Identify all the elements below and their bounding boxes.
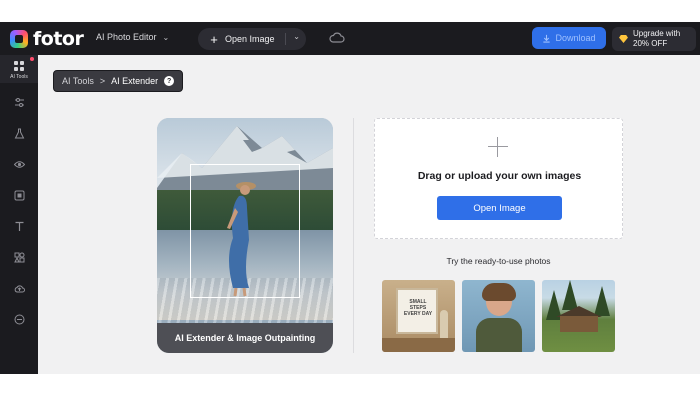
upload-title: Drag or upload your own images	[417, 170, 582, 182]
flask-icon	[14, 128, 24, 139]
fotor-logo[interactable]: fotor	[10, 28, 84, 50]
grid-icon	[13, 61, 24, 71]
sample-photo-cabin[interactable]	[542, 280, 615, 352]
frame-icon	[14, 190, 24, 201]
cabin	[560, 316, 598, 332]
open-image-top-label: Open Image	[225, 34, 275, 44]
button-divider	[285, 33, 286, 45]
sample-photo-portrait[interactable]	[462, 280, 535, 352]
breadcrumb-ai-tools[interactable]: AI Tools	[62, 76, 94, 86]
sidebar-item-beauty[interactable]	[0, 128, 38, 139]
sidebar-item-effects[interactable]	[0, 159, 38, 170]
eye-icon	[13, 161, 25, 168]
section-divider	[353, 118, 354, 353]
open-image-button[interactable]: Open Image	[437, 196, 562, 220]
chevron-down-icon[interactable]: ⌄	[293, 32, 300, 41]
chevron-down-icon: ⌄	[162, 32, 170, 42]
upgrade-line2: 20% OFF	[633, 39, 668, 48]
upgrade-line1: Upgrade with	[633, 29, 681, 38]
diamond-icon	[619, 35, 628, 43]
shapes-icon	[13, 252, 24, 263]
plus-icon: +	[210, 31, 218, 47]
desk	[382, 338, 455, 352]
help-icon[interactable]: ?	[164, 76, 175, 86]
plus-icon	[488, 137, 508, 157]
open-image-top-button[interactable]: + Open Image ⌄	[198, 28, 306, 50]
sidebar-item-ai-tools[interactable]: AI Tools	[0, 55, 38, 83]
more-icon	[14, 314, 24, 325]
preview-caption: AI Extender & Image Outpainting	[157, 323, 333, 353]
sidebar-item-elements[interactable]	[0, 252, 38, 263]
left-sidebar: AI Tools	[0, 55, 38, 374]
cloud-icon[interactable]	[329, 31, 345, 45]
download-label: Download	[555, 33, 596, 43]
download-button[interactable]: Download	[532, 27, 606, 49]
sample-photos-label: Try the ready-to-use photos	[446, 256, 551, 266]
top-bar: fotor AI Photo Editor ⌄ + Open Image ⌄ D…	[0, 22, 700, 55]
breadcrumb-ai-extender: AI Extender	[111, 76, 159, 86]
editor-mode-label: AI Photo Editor	[96, 32, 157, 42]
sliders-icon	[14, 98, 24, 107]
breadcrumb: AI Tools > AI Extender ?	[53, 70, 184, 92]
upload-dropzone[interactable]: Drag or upload your own images Open Imag…	[374, 118, 623, 239]
sample-photo-poster[interactable]: SMALL STEPS EVERY DAY	[382, 280, 455, 352]
sidebar-item-label: AI Tools	[10, 74, 28, 80]
portrait-hair	[482, 283, 516, 301]
lamp	[440, 310, 448, 338]
poster-text: SMALL STEPS EVERY DAY	[403, 299, 433, 317]
breadcrumb-separator: >	[99, 76, 106, 86]
cloud-upload-icon	[14, 285, 25, 293]
feature-preview-image: AI Extender & Image Outpainting	[157, 118, 333, 353]
sidebar-item-frames[interactable]	[0, 190, 38, 201]
extender-crop-box	[190, 164, 300, 298]
logo-text: fotor	[33, 28, 84, 50]
fotor-logo-icon	[10, 30, 28, 48]
text-icon	[15, 221, 23, 231]
notification-dot	[30, 57, 34, 61]
poster-frame: SMALL STEPS EVERY DAY	[396, 288, 438, 334]
sidebar-item-text[interactable]	[0, 221, 38, 232]
sidebar-item-cloud-upload[interactable]	[0, 283, 38, 294]
portrait-body	[476, 318, 522, 352]
sidebar-item-more[interactable]	[0, 314, 38, 325]
sidebar-item-adjust[interactable]	[0, 97, 38, 108]
upgrade-button[interactable]: Upgrade with 20% OFF	[612, 27, 696, 51]
download-icon	[543, 34, 551, 43]
editor-mode-dropdown[interactable]: AI Photo Editor ⌄	[96, 32, 169, 42]
